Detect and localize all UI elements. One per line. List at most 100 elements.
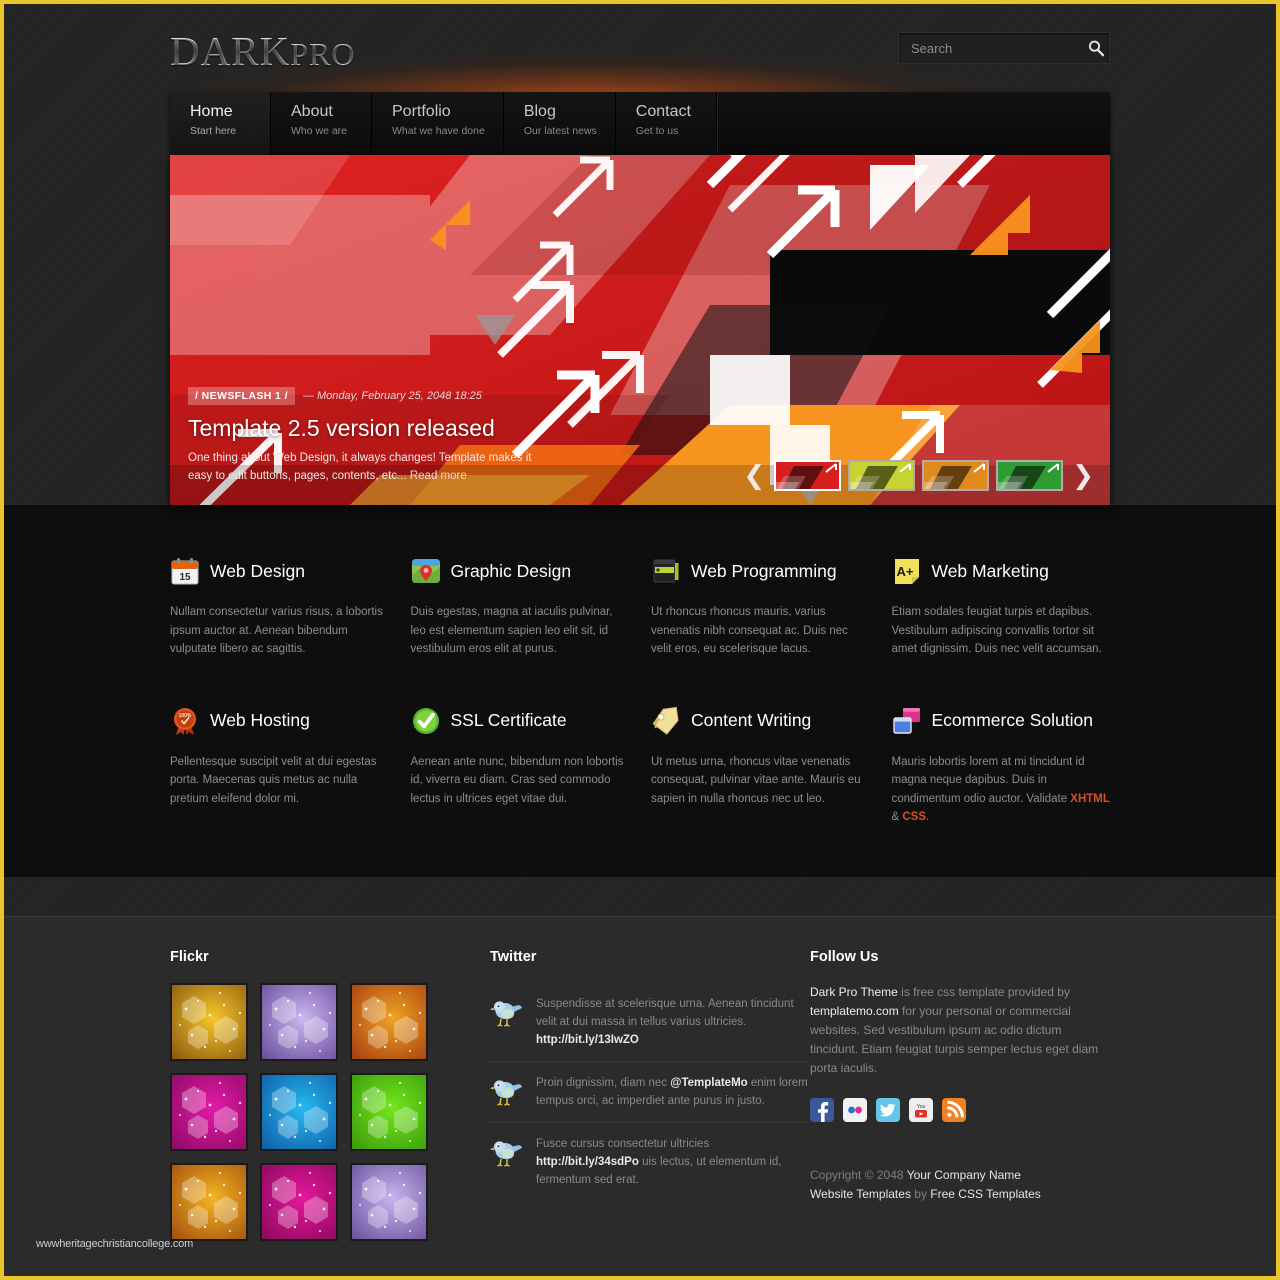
flickr-thumb-0[interactable] — [170, 983, 248, 1061]
xhtml-link[interactable]: XHTML — [1070, 793, 1110, 805]
flickr-thumb-8[interactable] — [350, 1163, 428, 1241]
search-box[interactable] — [898, 32, 1110, 64]
services-section: 15 Web Design Nullam consectetur varius ri… — [4, 505, 1276, 877]
copyright-line-2: Website Templates by Free CSS Templates — [810, 1185, 1110, 1204]
facebook-icon[interactable] — [810, 1098, 834, 1122]
nav-item-contact[interactable]: Contact Get to us — [615, 92, 717, 155]
caption-meta: / NEWSFLASH 1 / — Monday, February 25, 2… — [188, 387, 1092, 405]
slider-thumbnails: ❮ ❯ — [741, 460, 1096, 491]
tweet-before: Suspendisse at scelerisque urna. Aenean … — [536, 998, 794, 1028]
tweet-link[interactable]: @TemplateMo — [670, 1077, 747, 1089]
service-header: A+ Web Marketing — [892, 553, 1111, 589]
service-header: SSL Certificate — [411, 703, 630, 739]
website-templates-link[interactable]: Website Templates — [810, 1187, 911, 1201]
slider-thumb-orange[interactable] — [922, 460, 990, 491]
flickr-thumb-6[interactable] — [170, 1163, 248, 1241]
service-text: Aenean ante nunc, bibendum non lobortis … — [410, 755, 624, 805]
copyright-by: by — [910, 1187, 931, 1201]
twitter-post-text: Fusce cursus consectetur ultricies http:… — [536, 1135, 810, 1189]
slide-date: — Monday, February 25, 2048 18:25 — [302, 390, 482, 402]
slider-prev-arrow[interactable]: ❮ — [741, 463, 767, 489]
site-logo[interactable]: DARKPRO — [170, 25, 355, 72]
nav-item-subtitle: Who we are — [291, 125, 348, 137]
service-card-web-design: 15 Web Design Nullam consectetur varius ri… — [170, 553, 389, 659]
service-title: Web Hosting — [210, 710, 310, 730]
thumb-list — [774, 460, 1064, 491]
company-name-link[interactable]: Your Company Name — [907, 1168, 1021, 1182]
nav-item-home[interactable]: Home Start here — [170, 92, 271, 155]
flickr-thumb-5[interactable] — [350, 1073, 428, 1151]
newsflash-badge: / NEWSFLASH 1 / — [188, 387, 295, 405]
service-header: 100% Web Hosting — [170, 703, 389, 739]
templatemo-link[interactable]: templatemo.com — [810, 1004, 899, 1018]
tweet-link[interactable]: http://bit.ly/34sdPo — [536, 1156, 639, 1168]
copyright-prefix: Copyright © 2048 — [810, 1168, 907, 1182]
service-text: Nullam consectetur varius risus, a lobor… — [170, 606, 383, 655]
copyright-block: Copyright © 2048 Your Company Name Websi… — [810, 1166, 1110, 1204]
rss-icon[interactable] — [942, 1098, 966, 1122]
nav-item-portfolio[interactable]: Portfolio What we have done — [372, 92, 504, 155]
slider-thumb-green[interactable] — [996, 460, 1064, 491]
service-card-web-hosting: 100% Web Hosting Pellentesque suscipit vel… — [170, 703, 389, 827]
nav-item-label: Portfolio — [392, 103, 451, 120]
nav-item-subtitle: Get to us — [635, 125, 679, 137]
service-header: Graphic Design — [411, 553, 630, 589]
follow-text-1: is free css template provided by — [897, 985, 1070, 999]
nav-item-blog[interactable]: Blog Our latest news — [503, 92, 616, 155]
twitter-bird-icon — [490, 1076, 524, 1106]
flickr-thumb-4[interactable] — [260, 1073, 338, 1151]
svg-text:A+: A+ — [896, 564, 913, 579]
slider-thumb-yellow[interactable] — [848, 460, 916, 491]
follow-description: Dark Pro Theme is free css template prov… — [810, 983, 1110, 1078]
service-card-content-writing: Content Writing Ut metus urna, rhoncus vi… — [651, 703, 870, 827]
award-badge-icon: 100% — [170, 706, 200, 736]
flickr-thumb-1[interactable] — [260, 983, 338, 1061]
watermark: wwwheritagechristiancollege.com — [36, 1238, 194, 1250]
service-title: Web Marketing — [931, 560, 1049, 581]
nav-wrap: Home Start here About Who we are Portfolio Wh… — [170, 92, 1110, 155]
slider-thumb-red[interactable] — [774, 460, 842, 491]
service-text: Ut metus urna, rhoncus vitae venenatis c… — [651, 755, 861, 805]
footer-twitter-column: Twitter Suspendisse at scelerisque urna.… — [490, 949, 810, 1241]
slide-desc-text: One thing about Web Design, it always ch… — [188, 452, 532, 482]
search-input[interactable] — [911, 40, 1087, 56]
nav-item-label: Blog — [523, 103, 556, 120]
map-pin-icon — [411, 556, 441, 586]
twitter-post-text: Proin dignissim, diam nec @TemplateMo en… — [536, 1074, 810, 1110]
flickr-thumb-2[interactable] — [350, 983, 428, 1061]
follow-heading: Follow Us — [810, 949, 879, 965]
twitter-post: Proin dignissim, diam nec @TemplateMo en… — [490, 1061, 810, 1122]
flickr-grid — [170, 983, 490, 1241]
nav-item-about[interactable]: About Who we are — [271, 92, 372, 155]
css-link[interactable]: CSS — [902, 811, 926, 823]
service-text-before: Mauris lobortis lorem at mi tincidunt id… — [891, 755, 1085, 805]
search-icon[interactable] — [1087, 39, 1105, 57]
social-links: You — [810, 1098, 1110, 1122]
nav-item-subtitle: Our latest news — [523, 125, 597, 137]
service-text: Etiam sodales feugiat turpis et dapibus.… — [891, 606, 1102, 655]
free-css-templates-link[interactable]: Free CSS Templates — [930, 1187, 1041, 1201]
book-icon — [651, 556, 681, 586]
nav-item-subtitle: What we have done — [392, 125, 485, 137]
service-header: Ecommerce Solution — [892, 703, 1111, 739]
service-text: Ut rhoncus rhoncus mauris, varius venena… — [651, 606, 848, 655]
calendar-icon: 15 — [170, 556, 200, 586]
read-more-link[interactable]: Read more — [410, 470, 467, 482]
svg-text:15: 15 — [179, 572, 191, 583]
service-card-ecommerce-solution: Ecommerce Solution Mauris lobortis lorem … — [892, 703, 1111, 827]
site-footer: Flickr Twitter Suspendisse at scelerisqu… — [4, 916, 1276, 1276]
service-title: Graphic Design — [450, 560, 572, 581]
slider-wrap: / NEWSFLASH 1 / — Monday, February 25, 2… — [170, 155, 1110, 505]
flickr-icon[interactable] — [843, 1098, 867, 1122]
flickr-thumb-7[interactable] — [260, 1163, 338, 1241]
youtube-icon[interactable]: You — [909, 1098, 933, 1122]
a-plus-note-icon: A+ — [892, 556, 922, 586]
twitter-icon[interactable] — [876, 1098, 900, 1122]
dark-pro-theme-link[interactable]: Dark Pro Theme — [810, 985, 898, 999]
service-header: Content Writing — [651, 703, 870, 739]
tweet-link[interactable]: http://bit.ly/13IwZO — [536, 1034, 639, 1046]
slider-next-arrow[interactable]: ❯ — [1070, 463, 1096, 489]
twitter-bird-icon — [490, 1137, 524, 1167]
flickr-thumb-3[interactable] — [170, 1073, 248, 1151]
page-root: DARKPRO Home Start here About Who we are Por… — [4, 4, 1276, 1276]
